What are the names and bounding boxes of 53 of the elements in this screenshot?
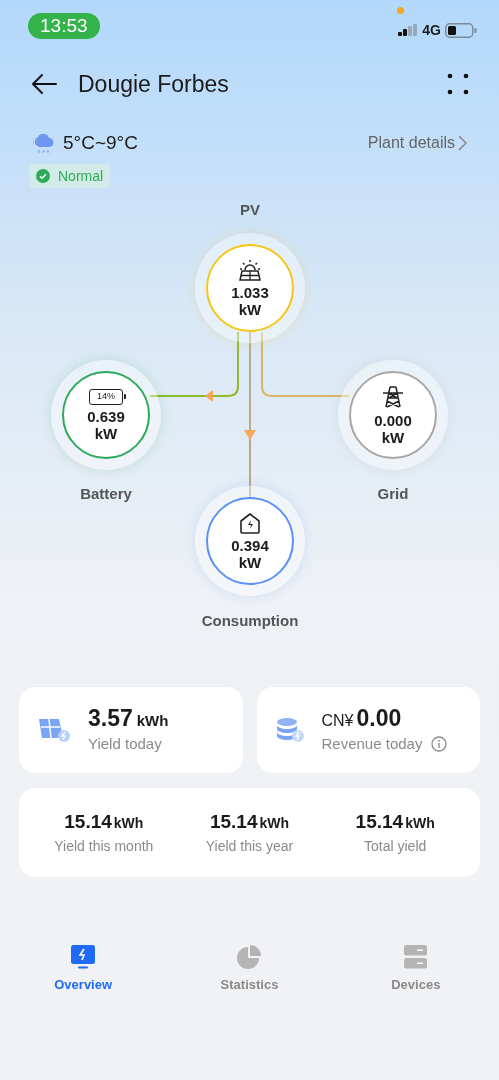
- battery-icon: [445, 22, 477, 38]
- plant-details-link[interactable]: Plant details: [367, 131, 467, 155]
- metric-value: 15.14: [355, 809, 404, 834]
- network-type: 4G: [422, 20, 441, 40]
- node-label: Consumption: [201, 611, 299, 631]
- status-badge: Normal: [29, 164, 111, 188]
- currency: CN¥: [321, 710, 354, 731]
- node-label: PV: [240, 200, 260, 220]
- metric-value: 15.14: [209, 809, 258, 834]
- nav-tab[interactable]: Statistics: [166, 945, 333, 995]
- page-title: Dougie Forbes: [78, 69, 229, 99]
- metric-unit: kWh: [405, 813, 435, 833]
- nav-tab[interactable]: Overview: [0, 945, 167, 995]
- metric-value: 3.57: [88, 705, 133, 731]
- info-icon[interactable]: [431, 736, 448, 752]
- battery-icon: 14%: [89, 388, 123, 405]
- metric-label: Yield this year: [205, 837, 294, 857]
- metric-unit: kWh: [113, 813, 144, 833]
- metric-label: Yield today: [88, 733, 162, 754]
- clock: 13:53: [28, 13, 100, 39]
- server-icon: [404, 945, 428, 969]
- metric-unit: kWh: [259, 813, 290, 833]
- metric-label: Total yield: [364, 837, 427, 857]
- power-unit: kW: [94, 424, 118, 442]
- metric-value: 0.00: [356, 704, 402, 731]
- node-label: Battery: [80, 484, 132, 504]
- metric-label: Yield this month: [54, 837, 154, 857]
- power-unit: kW: [381, 428, 405, 446]
- metric-label: Revenue today: [321, 733, 423, 754]
- power-unit: kW: [238, 300, 262, 318]
- solar-panel-icon: [38, 717, 71, 743]
- power-value: 0.639: [87, 407, 125, 425]
- chevron-right-icon: [458, 135, 467, 151]
- metric-unit: kWh: [136, 711, 169, 731]
- pie-chart-icon: [237, 945, 262, 969]
- metric-value: 15.14: [64, 809, 112, 834]
- nav-tab[interactable]: Devices: [332, 945, 499, 995]
- coin-stack-icon: [275, 717, 305, 743]
- more-button[interactable]: [447, 73, 469, 95]
- temperature: 5°C~9°C: [63, 130, 138, 155]
- power-value: 1.033: [231, 283, 269, 301]
- power-tower-icon: [381, 384, 405, 409]
- signal-icon: [398, 24, 419, 36]
- power-value: 0.394: [231, 536, 269, 554]
- power-unit: kW: [238, 553, 262, 571]
- node-label: Grid: [377, 484, 409, 504]
- monitor-bolt-icon: [71, 945, 96, 969]
- indicator-dot-icon: [397, 7, 404, 14]
- solar-panel-icon: [238, 258, 262, 281]
- power-value: 0.000: [374, 411, 412, 429]
- rain-cloud-icon: [32, 132, 55, 154]
- check-icon: [36, 169, 50, 183]
- house-bolt-icon: [239, 511, 261, 534]
